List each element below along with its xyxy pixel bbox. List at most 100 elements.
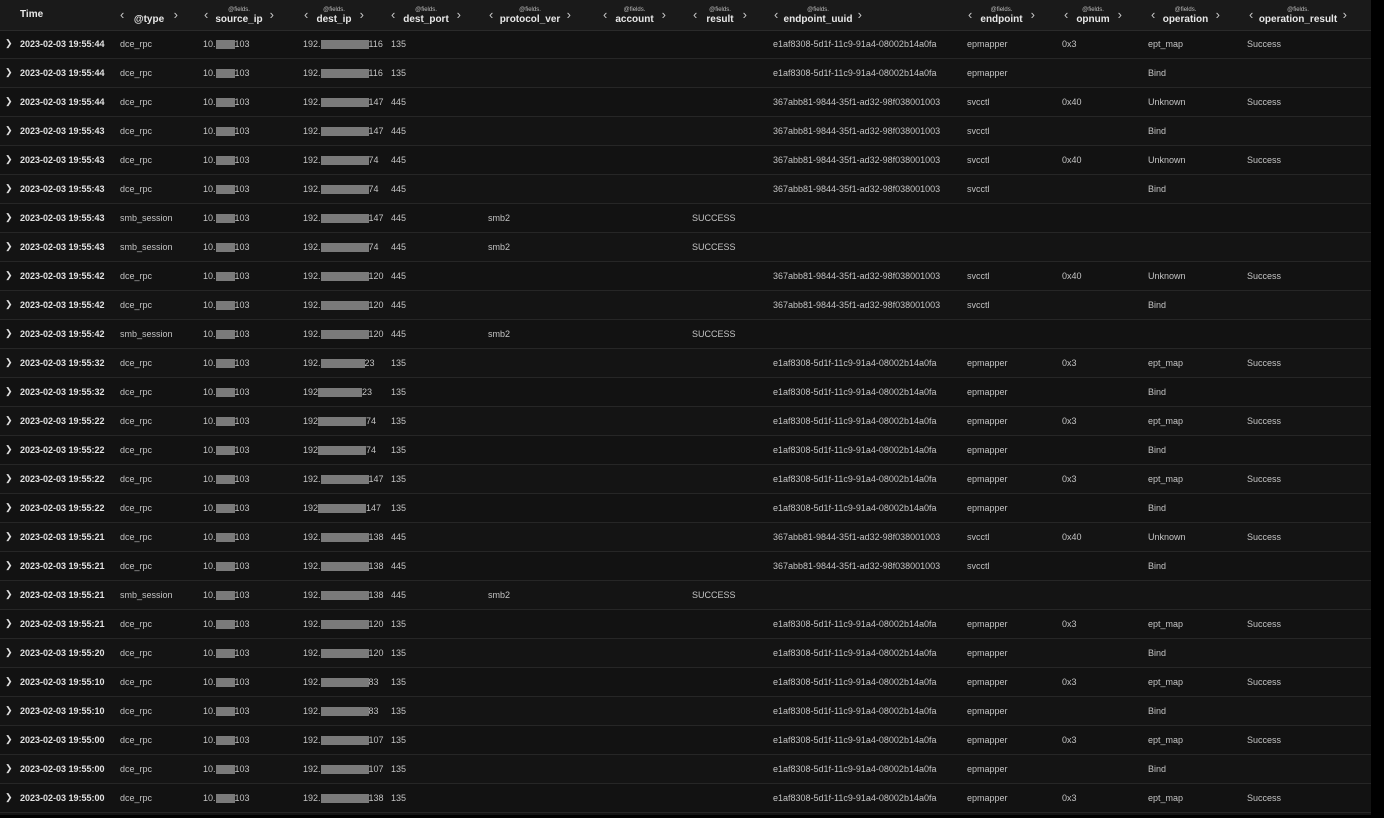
table-row[interactable]: ❯ 2023-02-03 19:55:21 dce_rpc 10. 103 192. 138… <box>0 552 1371 581</box>
expand-row-icon[interactable]: ❯ <box>5 436 13 464</box>
column-header-account[interactable]: @fields. account ‹ › <box>603 0 666 30</box>
expand-row-icon[interactable]: ❯ <box>5 320 13 348</box>
cell-operation-result: Success <box>1247 793 1282 803</box>
table-row[interactable]: ❯ 2023-02-03 19:55:10 dce_rpc 10. 103 192. 83 1… <box>0 697 1371 726</box>
expand-row-icon[interactable]: ❯ <box>5 233 13 261</box>
expand-row-icon[interactable]: ❯ <box>5 668 13 696</box>
table-row[interactable]: ❯ 2023-02-03 19:55:32 dce_rpc 10. 103 192. 23 1… <box>0 349 1371 378</box>
table-row[interactable]: ❯ 2023-02-03 19:55:10 dce_rpc 10. 103 192. 83 1… <box>0 668 1371 697</box>
table-row[interactable]: ❯ 2023-02-03 19:55:42 smb_session 10. 103 192… <box>0 320 1371 349</box>
table-row[interactable]: ❯ 2023-02-03 19:55:22 dce_rpc 10. 103 192 74 13… <box>0 407 1371 436</box>
expand-row-icon[interactable]: ❯ <box>5 552 13 580</box>
expand-row-icon[interactable]: ❯ <box>5 813 13 815</box>
table-row[interactable]: ❯ 2023-02-03 19:55:44 dce_rpc 10. 103 192. 116… <box>0 30 1371 59</box>
expand-row-icon[interactable]: ❯ <box>5 784 13 812</box>
table-row[interactable]: ❯ 2023-02-03 19:55:43 smb_session 10. 103 192… <box>0 233 1371 262</box>
expand-row-icon[interactable]: ❯ <box>5 407 13 435</box>
expand-row-icon[interactable]: ❯ <box>5 465 13 493</box>
expand-row-icon[interactable]: ❯ <box>5 697 13 725</box>
move-column-right-icon[interactable]: › <box>457 8 461 21</box>
table-row[interactable]: ❯ 2023-02-03 19:55:22 dce_rpc 10. 103 192 74 13… <box>0 436 1371 465</box>
move-column-right-icon[interactable]: › <box>270 8 274 21</box>
column-header-protocol-ver[interactable]: @fields. protocol_ver ‹ › <box>489 0 571 30</box>
table-row[interactable]: ❯ 2023-02-03 19:55:21 dce_rpc 10. 103 192. 138… <box>0 523 1371 552</box>
cell-dest-port: 135 <box>391 387 407 397</box>
cell-dest-ip-suffix: 120 <box>368 329 384 339</box>
table-row[interactable]: ❯ 2023-02-03 19:55:22 dce_rpc 10. 103 192 147 1… <box>0 494 1371 523</box>
move-column-left-icon[interactable]: ‹ <box>120 8 124 21</box>
move-column-left-icon[interactable]: ‹ <box>968 8 972 21</box>
expand-row-icon[interactable]: ❯ <box>5 59 13 87</box>
move-column-right-icon[interactable]: › <box>743 8 747 21</box>
move-column-right-icon[interactable]: › <box>1343 8 1347 21</box>
move-column-left-icon[interactable]: ‹ <box>774 8 778 21</box>
column-header-opnum[interactable]: @fields. opnum ‹ › <box>1064 0 1122 30</box>
expand-row-icon[interactable]: ❯ <box>5 378 13 406</box>
table-row[interactable]: ❯ 2023-02-03 19:55:43 dce_rpc 10. 103 192. 147… <box>0 117 1371 146</box>
expand-row-icon[interactable]: ❯ <box>5 639 13 667</box>
table-row[interactable]: ❯ 2023-02-03 19:55:00 dce_rpc 10. 103 192. 107… <box>0 755 1371 784</box>
expand-row-icon[interactable]: ❯ <box>5 523 13 551</box>
move-column-left-icon[interactable]: ‹ <box>1249 8 1253 21</box>
column-header-source-ip[interactable]: @fields. source_ip ‹ › <box>204 0 274 30</box>
table-row[interactable]: ❯ 2023-02-03 19:55:32 dce_rpc 10. 103 192 23 13… <box>0 378 1371 407</box>
table-row[interactable]: ❯ 2023-02-03 19:55:42 dce_rpc 10. 103 192. 120… <box>0 262 1371 291</box>
move-column-right-icon[interactable]: › <box>1118 8 1122 21</box>
move-column-left-icon[interactable]: ‹ <box>693 8 697 21</box>
cell-operation: Unknown <box>1148 532 1186 542</box>
move-column-left-icon[interactable]: ‹ <box>391 8 395 21</box>
table-row[interactable]: ❯ 2023-02-03 19:54:59 dce_rpc 10. 103 192. 138… <box>0 813 1371 815</box>
redaction-block <box>215 68 235 78</box>
expand-row-icon[interactable]: ❯ <box>5 88 13 116</box>
table-row[interactable]: ❯ 2023-02-03 19:55:22 dce_rpc 10. 103 192. 147… <box>0 465 1371 494</box>
column-header-dest-port[interactable]: @fields. dest_port ‹ › <box>391 0 461 30</box>
expand-row-icon[interactable]: ❯ <box>5 349 13 377</box>
expand-row-icon[interactable]: ❯ <box>5 30 13 58</box>
table-row[interactable]: ❯ 2023-02-03 19:55:00 dce_rpc 10. 103 192. 138… <box>0 784 1371 813</box>
table-row[interactable]: ❯ 2023-02-03 19:55:43 dce_rpc 10. 103 192. 74 4… <box>0 175 1371 204</box>
move-column-right-icon[interactable]: › <box>174 8 178 21</box>
expand-row-icon[interactable]: ❯ <box>5 175 13 203</box>
expand-row-icon[interactable]: ❯ <box>5 204 13 232</box>
expand-row-icon[interactable]: ❯ <box>5 581 13 609</box>
expand-row-icon[interactable]: ❯ <box>5 610 13 638</box>
column-header-type[interactable]: @type ‹ › <box>120 0 178 30</box>
table-row[interactable]: ❯ 2023-02-03 19:55:21 dce_rpc 10. 103 192. 120… <box>0 610 1371 639</box>
column-header-operation[interactable]: @fields. operation ‹ › <box>1151 0 1220 30</box>
move-column-right-icon[interactable]: › <box>360 8 364 21</box>
move-column-left-icon[interactable]: ‹ <box>1151 8 1155 21</box>
expand-row-icon[interactable]: ❯ <box>5 262 13 290</box>
move-column-right-icon[interactable]: › <box>662 8 666 21</box>
table-row[interactable]: ❯ 2023-02-03 19:55:44 dce_rpc 10. 103 192. 116… <box>0 59 1371 88</box>
column-header-time[interactable]: Time <box>20 0 60 30</box>
table-row[interactable]: ❯ 2023-02-03 19:55:44 dce_rpc 10. 103 192. 147… <box>0 88 1371 117</box>
move-column-right-icon[interactable]: › <box>1216 8 1220 21</box>
table-row[interactable]: ❯ 2023-02-03 19:55:42 dce_rpc 10. 103 192. 120… <box>0 291 1371 320</box>
table-row[interactable]: ❯ 2023-02-03 19:55:43 dce_rpc 10. 103 192. 74 4… <box>0 146 1371 175</box>
expand-row-icon[interactable]: ❯ <box>5 291 13 319</box>
move-column-left-icon[interactable]: ‹ <box>603 8 607 21</box>
table-row[interactable]: ❯ 2023-02-03 19:55:20 dce_rpc 10. 103 192. 120… <box>0 639 1371 668</box>
column-header-operation-result[interactable]: @fields. operation_result ‹ › <box>1249 0 1347 30</box>
cell-source-ip-prefix: 10. <box>203 474 216 484</box>
move-column-right-icon[interactable]: › <box>858 8 862 21</box>
table-row[interactable]: ❯ 2023-02-03 19:55:43 smb_session 10. 103 192… <box>0 204 1371 233</box>
expand-row-icon[interactable]: ❯ <box>5 117 13 145</box>
move-column-left-icon[interactable]: ‹ <box>204 8 208 21</box>
table-row[interactable]: ❯ 2023-02-03 19:55:21 smb_session 10. 103 192… <box>0 581 1371 610</box>
expand-row-icon[interactable]: ❯ <box>5 726 13 754</box>
cell-dest-ip-prefix: 192 <box>303 387 319 397</box>
move-column-right-icon[interactable]: › <box>1031 8 1035 21</box>
expand-row-icon[interactable]: ❯ <box>5 146 13 174</box>
column-header-result[interactable]: @fields. result ‹ › <box>693 0 747 30</box>
expand-row-icon[interactable]: ❯ <box>5 755 13 783</box>
column-header-endpoint-uuid[interactable]: @fields. endpoint_uuid ‹ › <box>774 0 862 30</box>
column-header-endpoint[interactable]: @fields. endpoint ‹ › <box>968 0 1035 30</box>
move-column-right-icon[interactable]: › <box>567 8 571 21</box>
move-column-left-icon[interactable]: ‹ <box>1064 8 1068 21</box>
move-column-left-icon[interactable]: ‹ <box>489 8 493 21</box>
table-row[interactable]: ❯ 2023-02-03 19:55:00 dce_rpc 10. 103 192. 107… <box>0 726 1371 755</box>
expand-row-icon[interactable]: ❯ <box>5 494 13 522</box>
column-header-dest-ip[interactable]: @fields. dest_ip ‹ › <box>304 0 364 30</box>
move-column-left-icon[interactable]: ‹ <box>304 8 308 21</box>
